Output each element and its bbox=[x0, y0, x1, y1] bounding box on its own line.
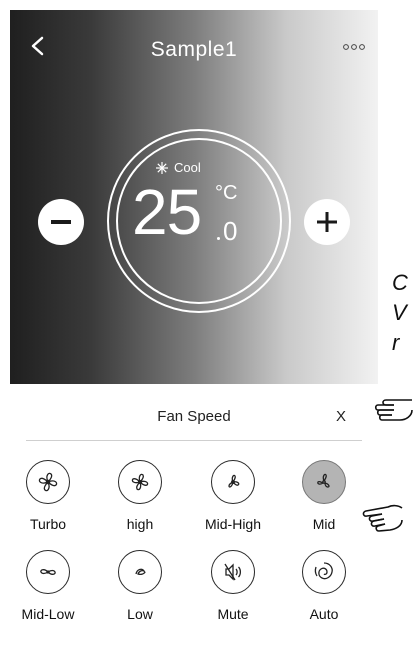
fan-option-label: Mute bbox=[217, 606, 249, 622]
more-dots-icon[interactable] bbox=[342, 40, 366, 54]
ac-control-panel: Sample1 Cool 25 °C 0 bbox=[10, 10, 378, 384]
annotation-line-1: C bbox=[392, 270, 408, 295]
fan-turbo-icon bbox=[26, 460, 70, 504]
fan-option-mid-high[interactable]: Mid-High bbox=[200, 460, 266, 532]
mode-label: Cool bbox=[174, 160, 201, 175]
fan-option-label: Mid-Low bbox=[21, 606, 75, 622]
decrease-temperature-button[interactable] bbox=[38, 199, 84, 245]
annotation-line-3: r bbox=[392, 330, 400, 355]
fan-option-turbo[interactable]: Turbo bbox=[15, 460, 81, 532]
phone-screen: Sample1 Cool 25 °C 0 Fan Speed X Turbo h… bbox=[10, 10, 378, 646]
fan-option-label: high bbox=[126, 516, 154, 532]
fan-speed-sheet: Fan Speed X Turbo high Mid-High Mid Mid-… bbox=[10, 384, 378, 646]
fan-option-auto[interactable]: Auto bbox=[291, 550, 357, 622]
fan-option-high[interactable]: high bbox=[107, 460, 173, 532]
fan-option-mid[interactable]: Mid bbox=[291, 460, 357, 532]
fan-option-label: Mid-High bbox=[204, 516, 261, 532]
plus-icon bbox=[317, 212, 337, 232]
fan-option-mute[interactable]: Mute bbox=[200, 550, 266, 622]
fan-mid-high-icon bbox=[211, 460, 255, 504]
device-title: Sample1 bbox=[150, 38, 238, 61]
divider bbox=[26, 440, 362, 441]
minus-icon bbox=[51, 220, 71, 224]
sheet-title: Fan Speed bbox=[157, 408, 231, 425]
fan-option-label: Auto bbox=[309, 606, 339, 622]
fan-low-icon bbox=[118, 550, 162, 594]
snowflake-icon bbox=[156, 161, 168, 174]
fan-mid-icon bbox=[302, 460, 346, 504]
fan-mid-low-icon bbox=[26, 550, 70, 594]
pointing-hand-icon bbox=[374, 399, 413, 421]
decimal-point bbox=[217, 237, 220, 240]
fan-option-low[interactable]: Low bbox=[107, 550, 173, 622]
auto-icon bbox=[302, 550, 346, 594]
increase-temperature-button[interactable] bbox=[304, 199, 350, 245]
fan-option-label: Mid bbox=[312, 516, 336, 532]
fan-option-label: Low bbox=[127, 606, 153, 622]
temperature-value: 25 bbox=[132, 176, 202, 248]
close-button[interactable]: X bbox=[330, 408, 352, 425]
mode-indicator: Cool bbox=[156, 160, 201, 175]
fan-option-mid-low[interactable]: Mid-Low bbox=[15, 550, 81, 622]
mute-icon bbox=[211, 550, 255, 594]
temperature-unit: °C bbox=[215, 182, 238, 204]
fan-high-icon bbox=[118, 460, 162, 504]
fan-option-label: Turbo bbox=[29, 516, 67, 532]
pointing-hand-icon bbox=[362, 504, 403, 532]
annotation-line-2: V bbox=[392, 300, 407, 325]
temperature-decimal: 0 bbox=[223, 216, 238, 246]
